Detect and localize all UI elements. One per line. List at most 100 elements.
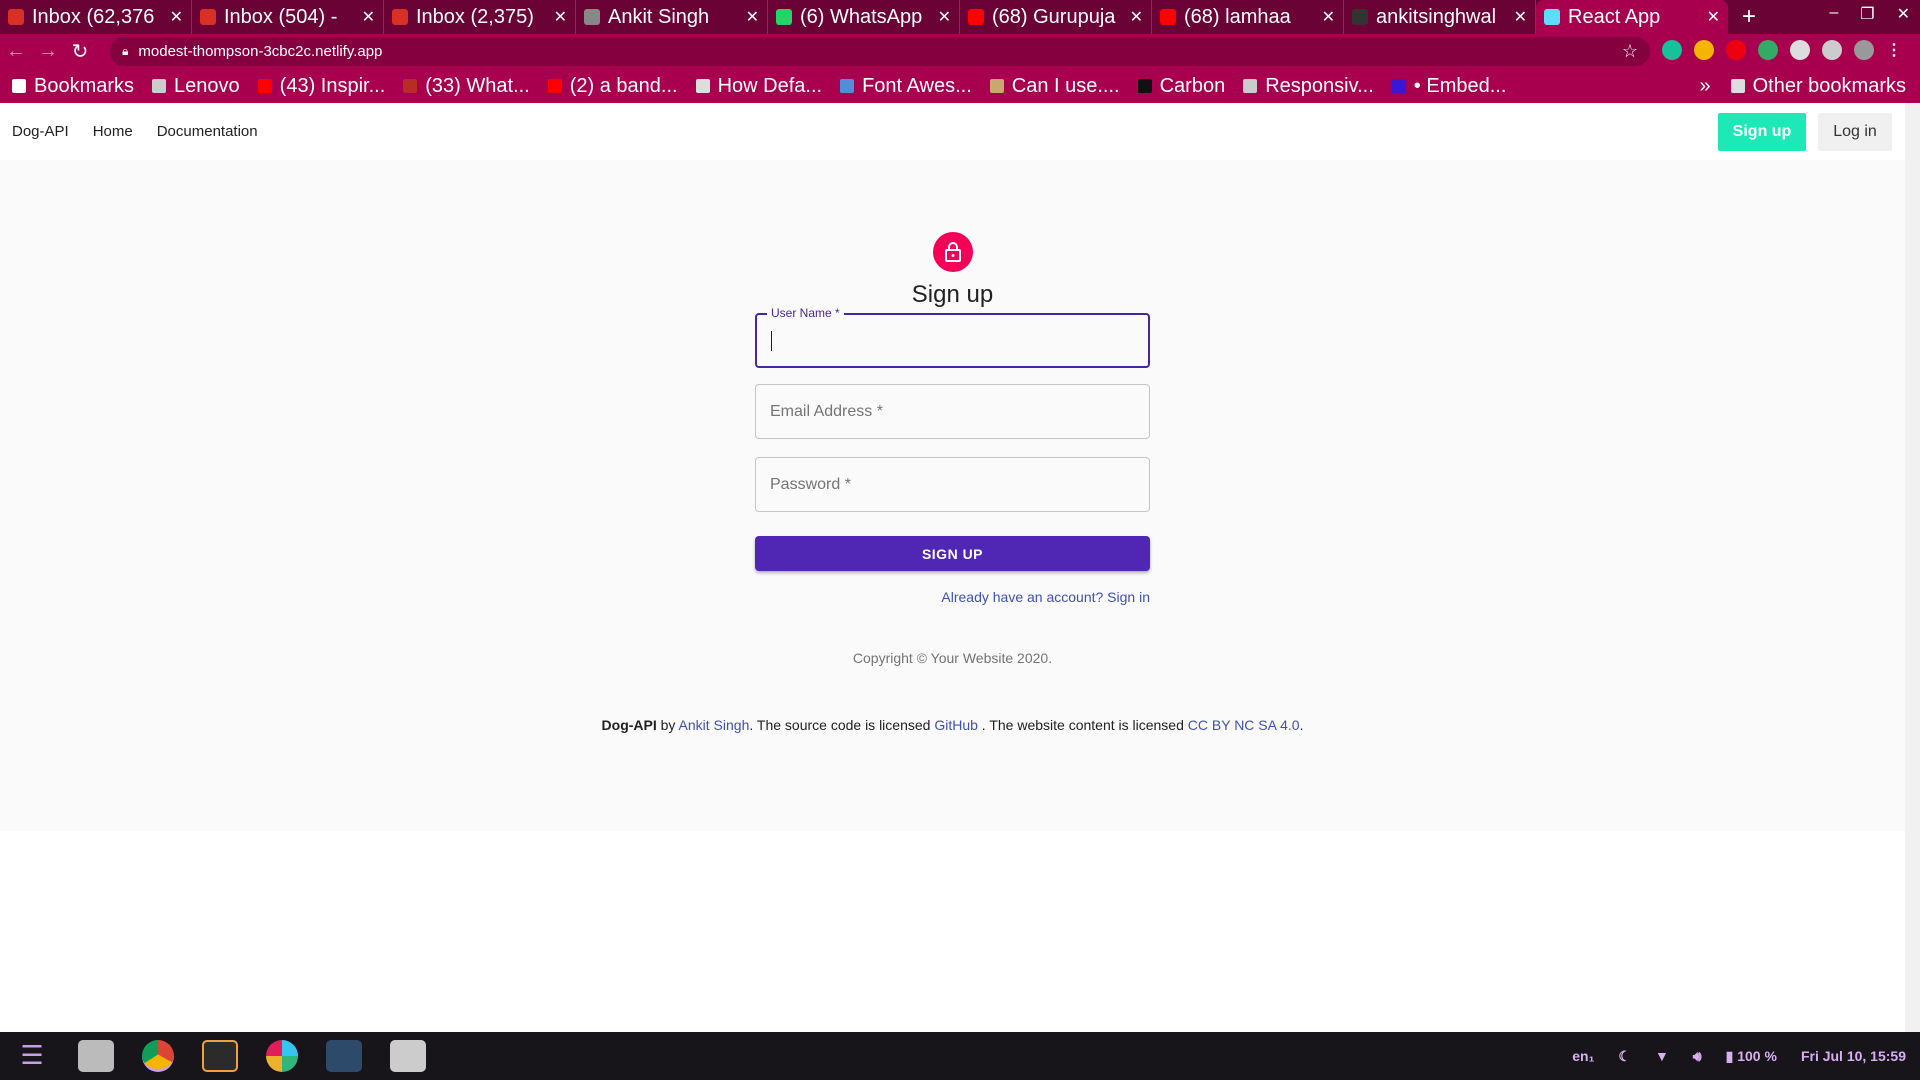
page-scrollbar[interactable] <box>1905 103 1920 1032</box>
zorin-menu-icon[interactable]: ☰ <box>14 1040 50 1072</box>
page-title: Sign up <box>911 281 994 308</box>
license-link[interactable]: CC BY NC SA 4.0 <box>1188 717 1300 733</box>
back-icon[interactable]: ← <box>0 40 32 63</box>
window-controls: – ❐ ✕ <box>1829 4 1910 24</box>
footer-text: . The website content is licensed <box>977 717 1188 733</box>
close-tab-icon[interactable]: ✕ <box>746 7 759 27</box>
close-tab-icon[interactable]: ✕ <box>938 7 951 27</box>
menu-icon[interactable]: ⋮ <box>1886 40 1906 60</box>
night-light-icon[interactable]: ☾ <box>1618 1048 1631 1065</box>
extension-icon[interactable] <box>1694 40 1714 60</box>
bookmark-item[interactable]: Carbon <box>1137 75 1225 98</box>
bookmark-favicon-icon <box>840 78 855 93</box>
battery-icon[interactable]: ▮ <box>1726 1048 1734 1064</box>
bookmark-label: Lenovo <box>174 74 240 97</box>
github-link[interactable]: GitHub <box>934 717 978 733</box>
youtube-icon <box>1160 9 1176 25</box>
puzzle-icon[interactable] <box>1790 40 1810 60</box>
bookmark-item[interactable]: Lenovo <box>152 75 240 98</box>
minimize-icon[interactable]: – <box>1829 4 1838 24</box>
close-tab-icon[interactable]: ✕ <box>1130 7 1143 27</box>
bookmark-item[interactable]: • Embed... <box>1391 75 1506 98</box>
tab-title: Inbox (504) - <box>224 5 338 28</box>
url-bar[interactable]: 🔒︎ modest-thompson-3cbc2c.netlify.app ☆ <box>110 37 1650 66</box>
bookmark-item[interactable]: How Defa... <box>695 74 823 98</box>
clock[interactable]: Fri Jul 10, 15:59 <box>1801 1048 1906 1064</box>
wifi-icon[interactable]: ▼ <box>1655 1048 1669 1064</box>
reload-icon[interactable]: ↻ <box>64 39 96 64</box>
extension-icon[interactable] <box>1726 40 1746 60</box>
bookmark-item[interactable]: (33) What... <box>403 75 530 98</box>
restore-icon[interactable]: ❐ <box>1860 4 1874 24</box>
tab-bar: Inbox (62,376 ✕ Inbox (504) - ✕ Inbox (2,375… <box>0 0 1920 34</box>
url-text: modest-thompson-3cbc2c.netlify.app <box>138 43 383 60</box>
bookmark-item[interactable]: Font Awes... <box>840 75 972 98</box>
chevron-more-icon[interactable]: » <box>1699 75 1710 97</box>
browser-tab[interactable]: React App ✕ <box>1536 0 1728 34</box>
profile-avatar[interactable] <box>1854 40 1874 60</box>
close-tab-icon[interactable]: ✕ <box>170 7 183 27</box>
bookmark-item[interactable]: Bookmarks <box>12 75 134 98</box>
media-icon[interactable] <box>1822 40 1842 60</box>
bookmark-item[interactable]: Responsiv... <box>1243 75 1374 98</box>
app-header: Dog-API Home Documentation Sign up Log i… <box>0 103 1905 160</box>
email-input[interactable]: Email Address * <box>755 384 1150 439</box>
bookmark-item[interactable]: (43) Inspir... <box>257 74 386 98</box>
bookmark-item[interactable]: Can I use.... <box>989 75 1120 98</box>
close-tab-icon[interactable]: ✕ <box>1322 7 1335 27</box>
mysql-workbench-icon[interactable] <box>326 1040 362 1072</box>
header-login-button[interactable]: Log in <box>1818 113 1892 151</box>
bookmark-label: (43) Inspir... <box>279 74 386 97</box>
author-link[interactable]: Ankit Singh <box>679 717 750 733</box>
bookmark-item[interactable]: (2) a band... <box>547 75 678 98</box>
browser-tab[interactable]: Ankit Singh ✕ <box>576 0 768 34</box>
extensions: ⋮ <box>1662 40 1906 60</box>
chrome-app-icon[interactable] <box>142 1040 174 1072</box>
browser-tab[interactable]: (68) Gurupuja ✕ <box>960 0 1152 34</box>
volume-icon[interactable]: 🔊︎ <box>1693 1048 1702 1065</box>
browser-tab[interactable]: ankitsinghwal ✕ <box>1344 0 1536 34</box>
signin-link[interactable]: Already have an account? Sign in <box>941 589 1150 605</box>
bookmark-favicon-icon <box>1137 78 1152 93</box>
username-label: User Name * <box>767 306 844 320</box>
browser-tab[interactable]: Inbox (62,376 ✕ <box>0 0 192 34</box>
header-signup-button[interactable]: Sign up <box>1718 113 1806 151</box>
nav-home[interactable]: Home <box>93 123 133 140</box>
tab-title: Ankit Singh <box>608 5 710 28</box>
nav-documentation[interactable]: Documentation <box>157 123 258 140</box>
keyboard-layout[interactable]: en₁ <box>1572 1048 1594 1064</box>
copyright: Copyright © Your Website 2020. <box>852 650 1053 666</box>
files-app-icon[interactable] <box>78 1040 114 1072</box>
close-tab-icon[interactable]: ✕ <box>1707 7 1720 27</box>
browser-tab[interactable]: Inbox (2,375) ✕ <box>384 0 576 34</box>
extension-icon[interactable] <box>1758 40 1778 60</box>
brand-link[interactable]: Dog-API <box>12 123 69 140</box>
file-manager-icon[interactable] <box>390 1040 426 1072</box>
bookmark-favicon-icon <box>547 78 562 93</box>
footer-brand: Dog-API <box>601 717 657 733</box>
browser-tab[interactable]: Inbox (504) - ✕ <box>192 0 384 34</box>
close-tab-icon[interactable]: ✕ <box>554 7 567 27</box>
bookmark-label: Bookmarks <box>34 74 135 97</box>
bookmark-label: How Defa... <box>717 74 823 97</box>
username-input[interactable]: User Name * <box>755 306 1150 368</box>
close-window-icon[interactable]: ✕ <box>1897 4 1910 24</box>
browser-tab[interactable]: (6) WhatsApp ✕ <box>768 0 960 34</box>
bookmark-star-icon[interactable]: ☆ <box>1622 41 1638 62</box>
password-input[interactable]: Password * <box>755 457 1150 512</box>
bookmark-favicon-icon <box>695 78 710 93</box>
close-tab-icon[interactable]: ✕ <box>362 7 375 27</box>
grammarly-icon[interactable] <box>1662 40 1682 60</box>
tab-title: React App <box>1568 5 1661 28</box>
bookmark-favicon-icon <box>257 78 272 93</box>
close-tab-icon[interactable]: ✕ <box>1514 7 1527 27</box>
browser-tab[interactable]: (68) lamhaa ✕ <box>1152 0 1344 34</box>
terminal-app-icon[interactable] <box>202 1040 238 1072</box>
new-tab-button[interactable]: + <box>1742 3 1756 31</box>
footer-text: . The source code is licensed <box>749 717 935 733</box>
address-bar-row: ← → ↻ 🔒︎ modest-thompson-3cbc2c.netlify.… <box>0 34 1920 69</box>
slack-app-icon[interactable] <box>266 1040 298 1072</box>
other-bookmarks[interactable]: » Other bookmarks <box>1699 75 1906 98</box>
forward-icon[interactable]: → <box>32 40 64 63</box>
signup-submit-button[interactable]: SIGN UP <box>755 536 1150 571</box>
